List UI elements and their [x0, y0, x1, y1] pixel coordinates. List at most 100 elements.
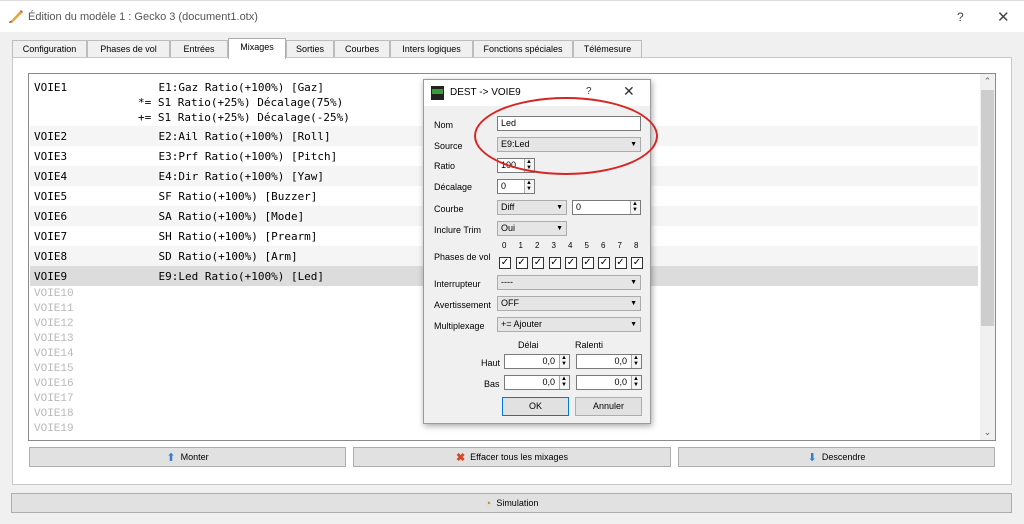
phase-number: 3 — [551, 241, 556, 250]
phase-checkbox[interactable]: ✓ — [598, 257, 610, 269]
channel-name: VOIE11 — [34, 303, 74, 315]
help-button[interactable]: ? — [957, 10, 964, 24]
channel-name: VOIE14 — [34, 348, 74, 360]
mix-line: SH Ratio(+100%) [Prearm] — [132, 230, 318, 243]
move-down-button[interactable]: ⬇ Descendre — [678, 447, 995, 467]
tab-configuration[interactable]: Configuration — [12, 40, 87, 58]
tab-telemesure[interactable]: Télémesure — [573, 40, 642, 58]
tab-phases-de-vol[interactable]: Phases de vol — [87, 40, 170, 58]
phase-checkbox[interactable]: ✓ — [499, 257, 511, 269]
curve-label: Courbe — [434, 204, 464, 214]
curve-type-value: Diff — [501, 202, 515, 212]
chevron-down-icon: ▼ — [630, 300, 637, 307]
spinner-icon[interactable]: ▲ ▼ — [559, 355, 569, 368]
phase-checkbox[interactable]: ✓ — [614, 257, 627, 269]
tab-inters-logiques[interactable]: Inters logiques — [390, 40, 473, 58]
offset-spinbox[interactable]: 0 ▲ ▼ — [497, 179, 535, 194]
spinner-icon[interactable]: ▲ ▼ — [631, 355, 641, 368]
down-label: Bas — [484, 379, 500, 389]
curve-type-select[interactable]: Diff ▼ — [497, 200, 567, 215]
phase-number: 5 — [584, 241, 589, 250]
ok-button[interactable]: OK — [502, 397, 569, 416]
tab-fonctions-speciales[interactable]: Fonctions spéciales — [473, 40, 573, 58]
simulation-button[interactable]: ◔ Simulation — [11, 493, 1012, 513]
mix-line: E2:Ail Ratio(+100%) [Roll] — [132, 130, 331, 143]
channel-name: VOIE8 — [34, 250, 68, 263]
chevron-down-icon: ▼ — [630, 321, 637, 328]
warning-select[interactable]: OFF ▼ — [497, 296, 641, 311]
move-up-button[interactable]: ⬆ Monter — [29, 447, 346, 467]
slow-up-spinbox[interactable]: 0,0 ▲ ▼ — [576, 354, 642, 369]
multiplex-label: Multiplexage — [434, 321, 485, 331]
list-item[interactable]: VOIE19 — [30, 422, 978, 437]
cancel-button[interactable]: Annuler — [575, 397, 642, 416]
include-trim-value: Oui — [501, 223, 516, 233]
phase-number: 4 — [568, 241, 573, 250]
scroll-up-icon[interactable]: ⌃ — [980, 74, 995, 89]
tab-sorties[interactable]: Sorties — [286, 40, 334, 58]
phase-checkbox[interactable]: ✓ — [581, 257, 594, 269]
slow-label: Ralenti — [575, 340, 604, 350]
slow-up-value: 0,0 — [614, 356, 627, 366]
phase-checkbox[interactable]: ✓ — [631, 257, 643, 269]
phase-checkbox[interactable]: ✓ — [548, 257, 561, 269]
chevron-down-icon: ▼ — [556, 225, 563, 232]
source-label: Source — [434, 141, 463, 151]
name-label: Nom — [434, 120, 454, 130]
curve-value: 0 — [576, 202, 582, 212]
tab-entrees[interactable]: Entrées — [170, 40, 228, 58]
tab-mixages[interactable]: Mixages — [228, 38, 286, 59]
mix-line: E4:Dir Ratio(+100%) [Yaw] — [132, 170, 325, 183]
mix-line: E1:Gaz Ratio(+100%) [Gaz] — [132, 81, 325, 94]
mix-line: E9:Led Ratio(+100%) [Led] — [132, 270, 325, 283]
offset-value: 0 — [501, 181, 507, 191]
multiplex-select[interactable]: += Ajouter ▼ — [497, 317, 641, 332]
close-button[interactable]: ✕ — [997, 8, 1010, 26]
channel-name: VOIE13 — [34, 333, 74, 345]
phase-checkbox[interactable]: ✓ — [515, 257, 528, 269]
ratio-label: Ratio — [434, 161, 456, 171]
spinner-icon[interactable]: ▲ ▼ — [630, 201, 640, 214]
spinner-icon[interactable]: ▲ ▼ — [524, 180, 534, 193]
phase-checkbox[interactable]: ✓ — [565, 257, 577, 269]
spinner-icon[interactable]: ▲ ▼ — [631, 376, 641, 389]
pencil-icon — [9, 10, 23, 23]
phase-checkbox[interactable]: ✓ — [532, 257, 544, 269]
up-label: Haut — [481, 358, 501, 368]
spinner-icon[interactable]: ▲ ▼ — [559, 376, 569, 389]
curve-value-spinbox[interactable]: 0 ▲ ▼ — [572, 200, 641, 215]
warning-label: Avertissement — [434, 300, 491, 310]
channel-name: VOIE3 — [34, 150, 68, 163]
scrollbar-thumb[interactable] — [981, 90, 994, 326]
mix-line: SA Ratio(+100%) [Mode] — [132, 210, 305, 223]
channel-name: VOIE18 — [34, 408, 74, 420]
clear-mixes-button[interactable]: ✖ Effacer tous les mixages — [353, 447, 671, 467]
scroll-down-icon[interactable]: ⌄ — [980, 425, 995, 440]
channel-name: VOIE17 — [34, 393, 74, 405]
flight-phases-label: Phases de vol — [434, 252, 491, 262]
phase-number: 0 — [502, 241, 507, 250]
phase-number: 6 — [601, 241, 606, 250]
slow-down-spinbox[interactable]: 0,0 ▲ ▼ — [576, 375, 642, 390]
delay-up-spinbox[interactable]: 0,0 ▲ ▼ — [504, 354, 570, 369]
simulation-icon: ◔ — [484, 497, 492, 510]
dialog-help-button[interactable]: ? — [586, 86, 592, 97]
arrow-up-icon: ⬆ — [166, 451, 176, 464]
switch-select[interactable]: ---- ▼ — [497, 275, 641, 290]
mix-line: SF Ratio(+100%) [Buzzer] — [132, 190, 318, 203]
offset-label: Décalage — [434, 182, 473, 192]
simulation-label: Simulation — [496, 498, 539, 508]
include-trim-label: Inclure Trim — [434, 225, 482, 235]
delay-down-spinbox[interactable]: 0,0 ▲ ▼ — [504, 375, 570, 390]
move-up-label: Monter — [180, 452, 209, 462]
channel-name: VOIE4 — [34, 170, 68, 183]
channel-name: VOIE1 — [34, 81, 68, 94]
delay-label: Délai — [518, 340, 539, 350]
move-down-label: Descendre — [821, 452, 866, 462]
channel-name: VOIE10 — [34, 288, 74, 300]
dialog-close-button[interactable]: ✕ — [623, 83, 635, 100]
tab-courbes[interactable]: Courbes — [334, 40, 390, 58]
include-trim-select[interactable]: Oui ▼ — [497, 221, 567, 236]
switch-label: Interrupteur — [434, 279, 481, 289]
list-scrollbar[interactable]: ⌃ ⌄ — [980, 74, 995, 440]
